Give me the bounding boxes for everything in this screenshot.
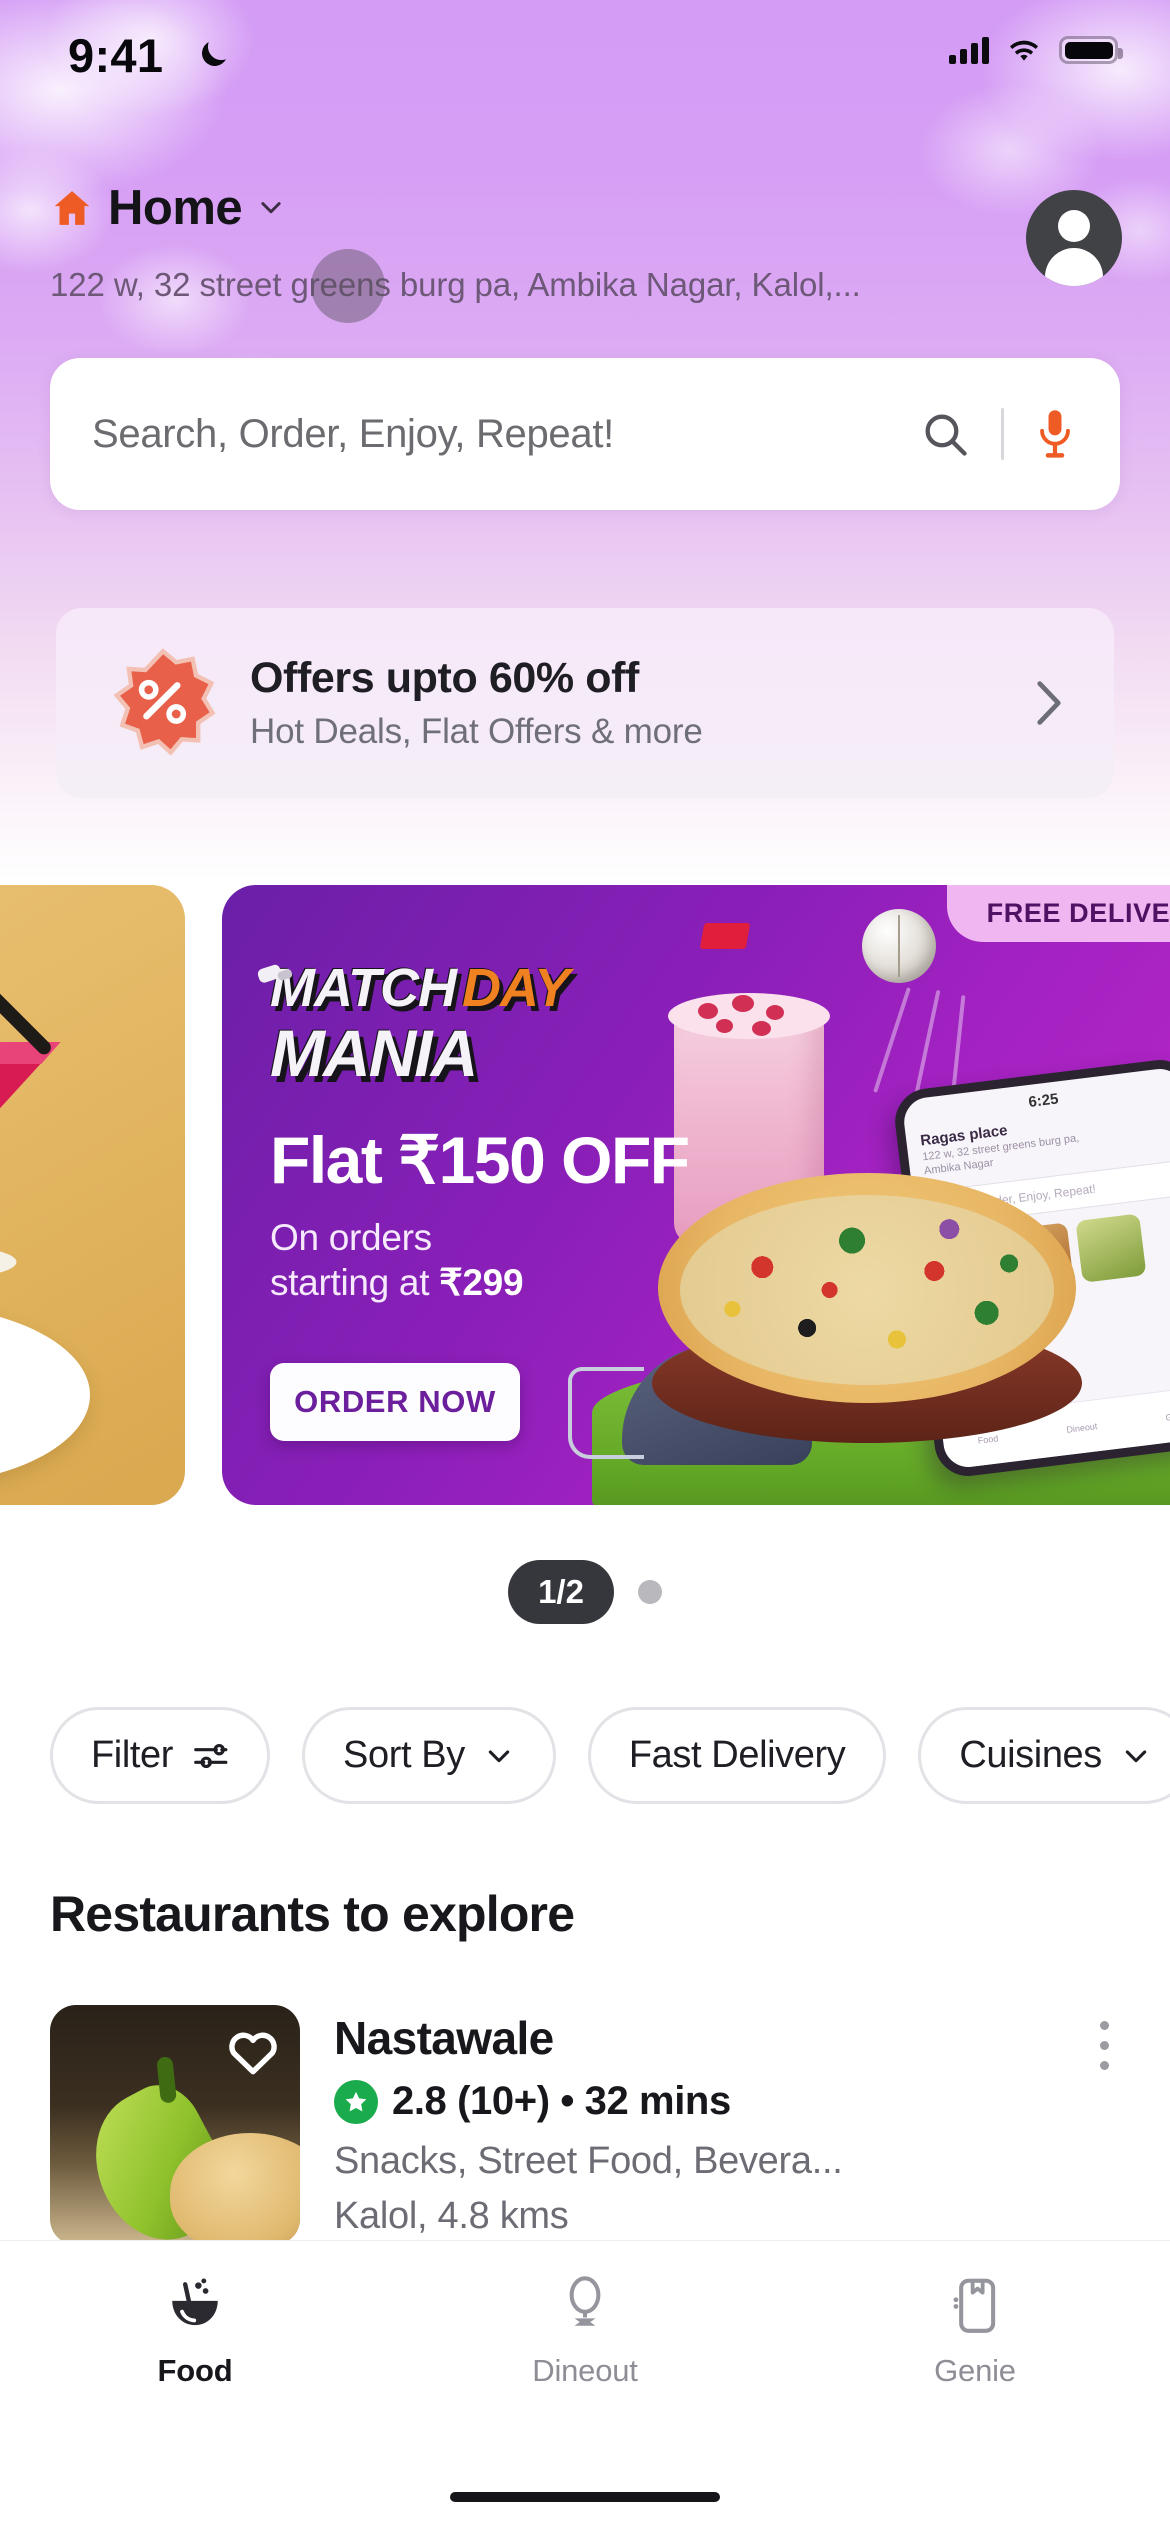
pizza-art bbox=[652, 1143, 1082, 1443]
location-label: Home bbox=[108, 181, 243, 235]
free-delivery-badge: FREE DELIVERY bbox=[946, 885, 1170, 942]
banner-headline: Flat ₹150 OFF bbox=[270, 1123, 690, 1197]
order-now-button[interactable]: ORDER NOW bbox=[270, 1363, 520, 1441]
banner-subline-1: On orders bbox=[270, 1217, 432, 1258]
home-icon bbox=[54, 191, 90, 225]
status-bar-indicators bbox=[949, 36, 1123, 64]
kebab-menu-icon[interactable] bbox=[1100, 2021, 1110, 2081]
delivery-address[interactable]: 122 w, 32 street greens burg pa, Ambika … bbox=[50, 266, 950, 304]
nav-label: Dineout bbox=[532, 2353, 638, 2388]
wifi-icon bbox=[1010, 40, 1038, 61]
match-day-mania-logo: MATCH DAY MANIA bbox=[257, 957, 570, 1091]
carousel-pagination: 1/2 bbox=[0, 1560, 1170, 1624]
offers-banner[interactable]: Offers upto 60% off Hot Deals, Flat Offe… bbox=[56, 608, 1114, 798]
cocktail-image bbox=[0, 993, 61, 1273]
filter-chip-sort-by[interactable]: Sort By bbox=[302, 1707, 556, 1804]
crescent-moon-icon bbox=[202, 42, 226, 66]
home-indicator bbox=[450, 2492, 720, 2502]
nav-label: Food bbox=[157, 2353, 233, 2388]
restaurant-rating-row: 2.8 (10+) • 32 mins bbox=[334, 2079, 1034, 2124]
cellular-signal-icon bbox=[949, 36, 989, 64]
filter-chip-row[interactable]: Filter Sort By Fast Delivery Cuisines bbox=[0, 1703, 1170, 1808]
nav-item-food[interactable]: Food bbox=[0, 2275, 390, 2389]
promo-banner-previous[interactable] bbox=[0, 885, 185, 1505]
carousel-dot[interactable] bbox=[638, 1580, 662, 1604]
search-bar[interactable]: Search, Order, Enjoy, Repeat! bbox=[50, 358, 1120, 510]
cricket-bat-icon bbox=[257, 964, 293, 983]
logo-day-text: DAY bbox=[461, 958, 570, 1018]
search-divider bbox=[1001, 408, 1004, 460]
status-bar: 9:41 bbox=[0, 0, 1170, 110]
user-avatar-icon[interactable] bbox=[1026, 190, 1122, 286]
cricket-ball-icon bbox=[862, 909, 936, 983]
filter-chip-label: Fast Delivery bbox=[628, 1734, 846, 1776]
location-selector[interactable]: Home bbox=[50, 180, 286, 236]
genie-bag-icon bbox=[953, 2278, 996, 2333]
offers-title: Offers upto 60% off bbox=[250, 654, 639, 702]
wine-glass-icon bbox=[569, 2276, 601, 2326]
star-icon bbox=[334, 2079, 378, 2124]
food-bowl-icon bbox=[172, 2278, 218, 2326]
filter-chip-fast-delivery[interactable]: Fast Delivery bbox=[587, 1707, 887, 1804]
bottom-navigation: Food Dineout Genie bbox=[0, 2240, 1170, 2532]
filter-chip-label: Sort By bbox=[343, 1734, 465, 1776]
offers-subtitle: Hot Deals, Flat Offers & more bbox=[250, 712, 703, 751]
restaurant-cuisine-more: Kalol, 4.8 kms bbox=[334, 2195, 569, 2237]
promo-carousel[interactable]: 6:25 Ragas place 122 w, 32 street greens… bbox=[0, 885, 1170, 1505]
banner-min-amount: ₹299 bbox=[439, 1262, 524, 1304]
promo-banner-match-day-mania[interactable]: 6:25 Ragas place 122 w, 32 street greens… bbox=[222, 885, 1170, 1505]
section-title: Restaurants to explore bbox=[50, 1886, 575, 1942]
battery-full-icon bbox=[1059, 36, 1123, 64]
restaurant-cuisine: Snacks, Street Food, Bevera... bbox=[334, 2140, 843, 2182]
restaurant-rating: 2.8 (10+) • 32 mins bbox=[392, 2079, 731, 2123]
heart-outline-icon[interactable] bbox=[226, 2027, 280, 2077]
search-input[interactable]: Search, Order, Enjoy, Repeat! bbox=[92, 412, 614, 457]
page-indicator: 1/2 bbox=[508, 1560, 614, 1624]
search-icon[interactable] bbox=[919, 408, 971, 460]
filter-chip-cuisines[interactable]: Cuisines bbox=[918, 1707, 1170, 1804]
touch-indicator bbox=[311, 249, 385, 323]
app-screen: 9:41 Home 122 w, 32 street greens burg p… bbox=[0, 0, 1170, 2532]
red-flag-art bbox=[699, 923, 751, 949]
filter-chip-label: Cuisines bbox=[959, 1734, 1102, 1776]
chevron-down-icon bbox=[1125, 1749, 1147, 1762]
nav-item-dineout[interactable]: Dineout bbox=[390, 2275, 780, 2389]
nav-item-genie[interactable]: Genie bbox=[780, 2275, 1170, 2389]
restaurant-image[interactable] bbox=[50, 2005, 300, 2245]
nav-label: Genie bbox=[934, 2353, 1016, 2388]
percent-badge-icon bbox=[113, 648, 216, 756]
sliders-icon bbox=[194, 1743, 228, 1768]
chevron-down-icon bbox=[261, 202, 281, 214]
microphone-icon[interactable] bbox=[1034, 405, 1076, 463]
logo-mania-text: MANIA bbox=[270, 1016, 478, 1090]
banner-subline-2: starting at bbox=[270, 1262, 440, 1304]
restaurant-name: Nastawale bbox=[334, 2012, 554, 2064]
status-bar-time: 9:41 bbox=[68, 29, 164, 82]
filter-chip-filter[interactable]: Filter bbox=[50, 1707, 271, 1804]
plate-image bbox=[0, 1305, 90, 1485]
filter-chip-label: Filter bbox=[91, 1734, 174, 1776]
chevron-down-icon bbox=[488, 1749, 510, 1762]
chevron-right-icon[interactable] bbox=[1034, 679, 1064, 727]
